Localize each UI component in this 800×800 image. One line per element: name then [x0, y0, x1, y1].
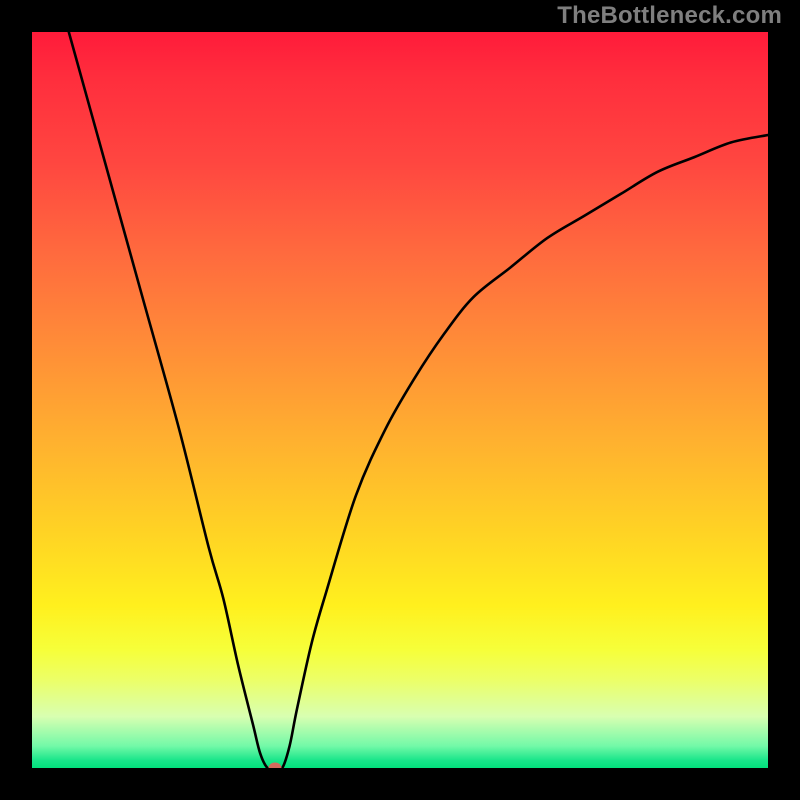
chart-frame: TheBottleneck.com [0, 0, 800, 800]
bottleneck-curve [69, 32, 768, 768]
watermark-text: TheBottleneck.com [557, 2, 782, 30]
curve-svg [32, 32, 768, 768]
plot-area [32, 32, 768, 768]
optimum-marker [268, 763, 281, 769]
